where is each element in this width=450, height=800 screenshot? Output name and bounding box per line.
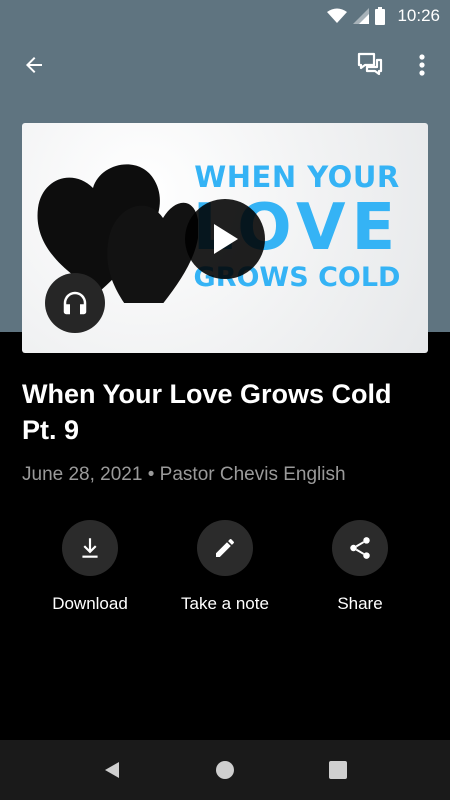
take-note-label: Take a note [181, 594, 269, 613]
wifi-icon [327, 8, 348, 23]
pencil-icon [216, 539, 234, 557]
more-options-button[interactable] [402, 45, 442, 85]
artwork-line-1: WHEN YOUR [194, 160, 400, 194]
take-note-button[interactable]: Take a note [165, 520, 285, 614]
share-label: Share [337, 594, 383, 613]
system-nav-bar [0, 740, 450, 800]
discussion-button[interactable] [350, 45, 390, 85]
episode-artwork[interactable]: WHEN YOUR LOVE GROWS COLD [22, 123, 428, 353]
nav-back-button[interactable] [94, 752, 130, 788]
app-bar [0, 40, 450, 92]
download-button[interactable]: Download [30, 520, 150, 614]
nav-recents-button[interactable] [320, 752, 356, 788]
download-icon [82, 538, 98, 558]
play-button[interactable] [185, 199, 265, 279]
play-icon [214, 224, 238, 254]
more-vert-icon [419, 54, 425, 76]
episode-speaker: Pastor Chevis English [159, 464, 346, 485]
square-recents-icon [329, 761, 347, 779]
chat-bubbles-icon [357, 52, 383, 76]
episode-title: When Your Love Grows Cold Pt. 9 [22, 379, 392, 445]
nav-home-button[interactable] [207, 752, 243, 788]
status-icons: 10:26 [327, 6, 440, 26]
share-button[interactable]: Share [300, 520, 420, 614]
headphones-icon [63, 291, 87, 315]
circle-home-icon [216, 761, 234, 779]
signal-icon [353, 8, 370, 24]
download-label: Download [52, 594, 128, 613]
battery-icon [375, 7, 386, 25]
status-time: 10:26 [397, 6, 440, 25]
share-icon [350, 537, 370, 559]
back-button[interactable] [14, 45, 54, 85]
triangle-back-icon [105, 762, 119, 778]
episode-date: June 28, 2021 [22, 464, 143, 485]
audio-button[interactable] [45, 273, 105, 333]
take-note-circle[interactable] [197, 520, 253, 576]
episode-meta: June 28, 2021 • Pastor Chevis English [22, 464, 346, 486]
meta-separator: • [147, 464, 155, 485]
download-circle[interactable] [62, 520, 118, 576]
arrow-back-icon [26, 57, 42, 73]
share-circle[interactable] [332, 520, 388, 576]
status-bar: 10:26 [0, 0, 450, 32]
